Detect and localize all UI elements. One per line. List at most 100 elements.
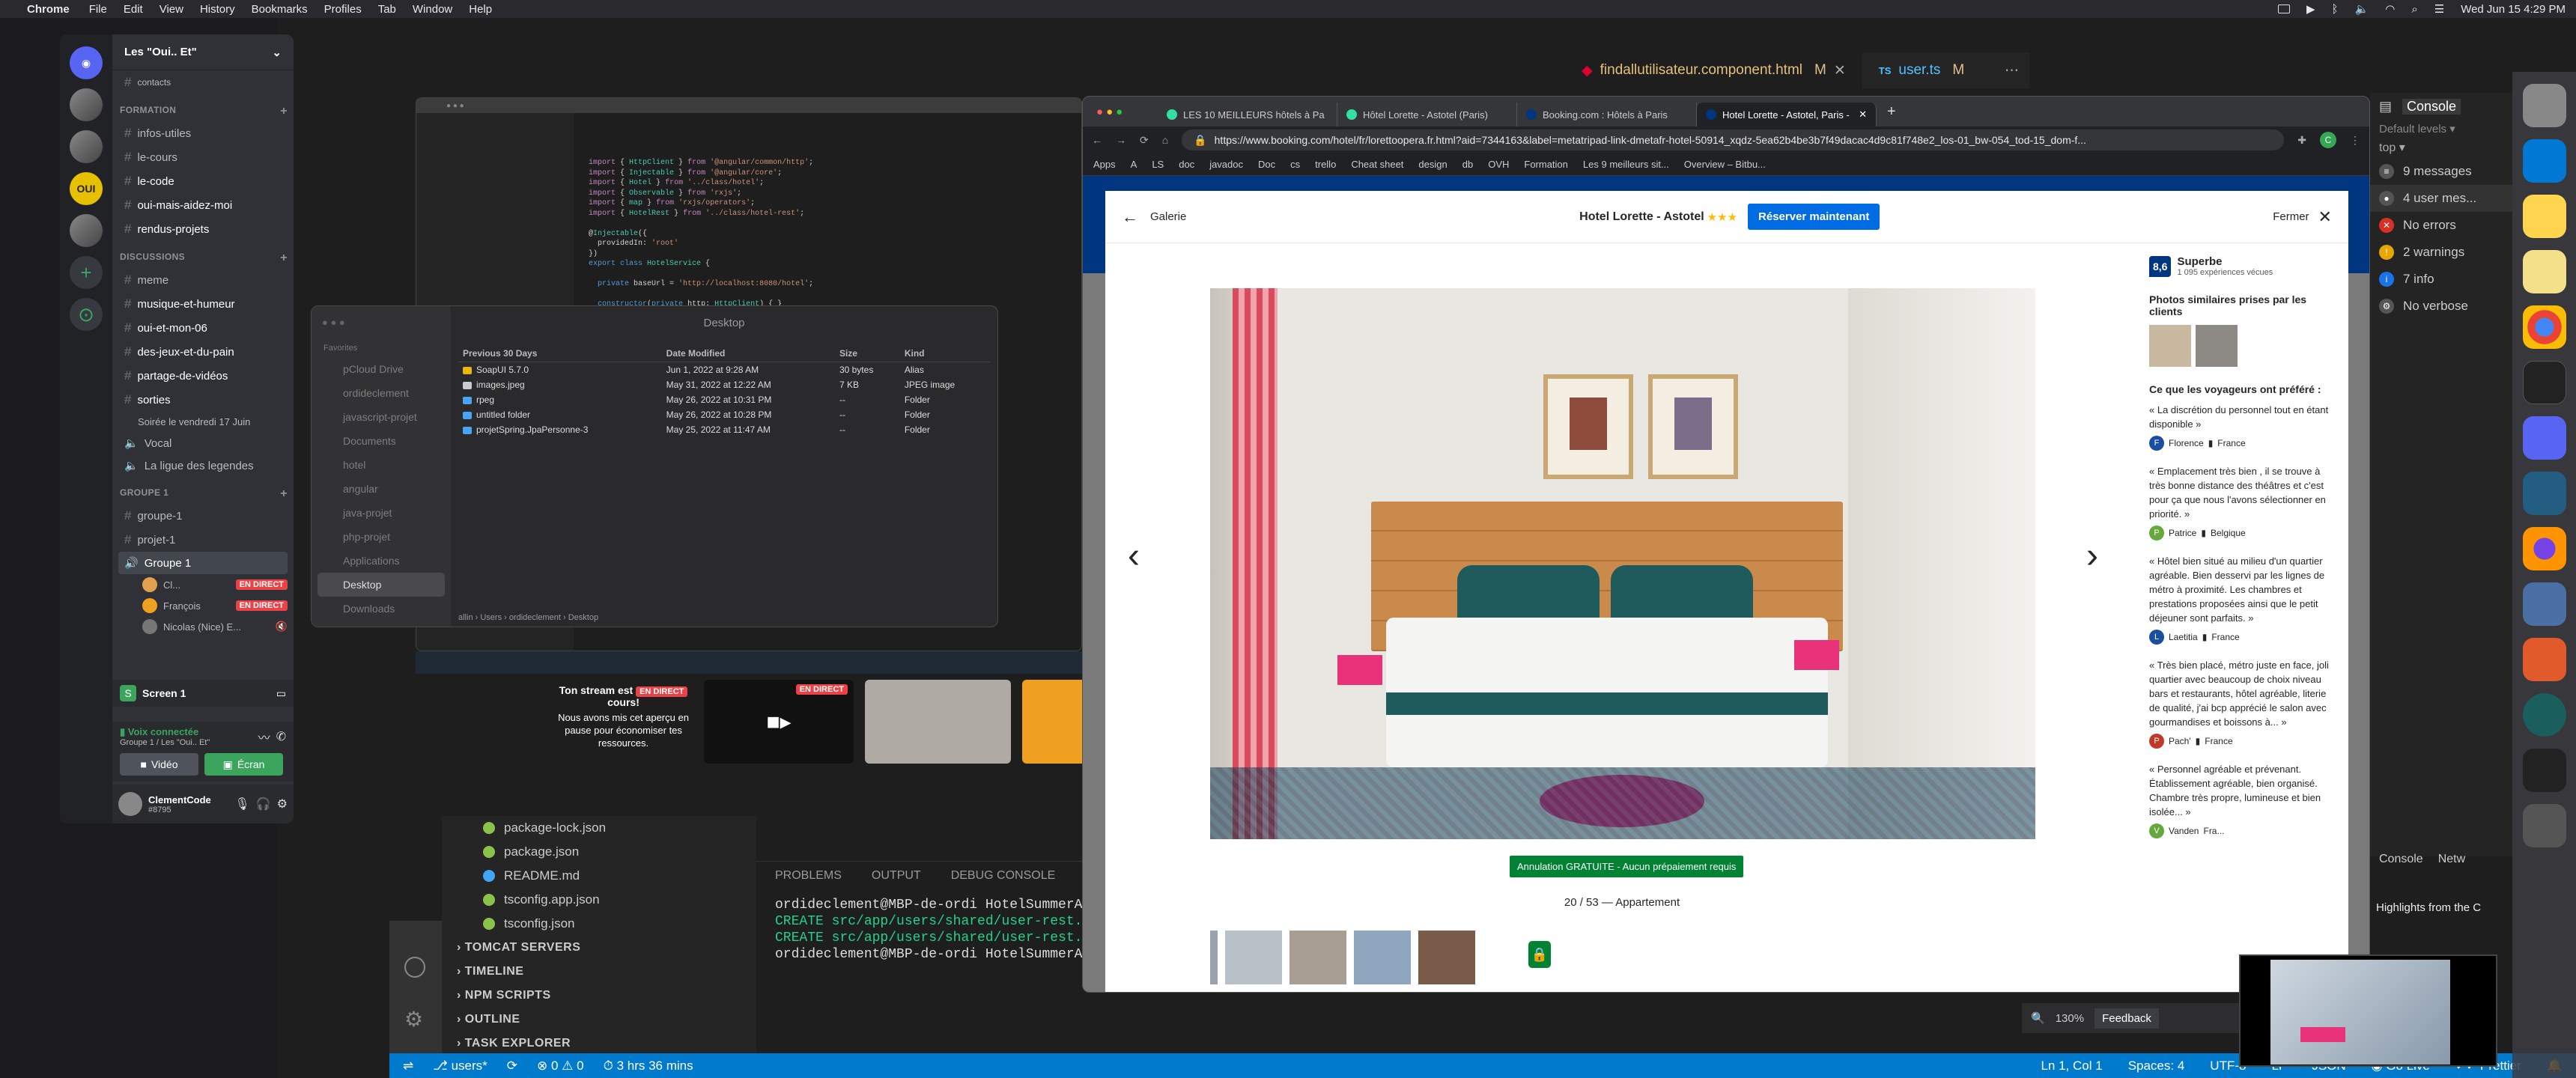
stickies-app-icon[interactable] xyxy=(2522,250,2566,293)
figma-app-icon[interactable] xyxy=(2522,749,2566,792)
file-item[interactable]: README.md xyxy=(442,864,756,888)
photo-thumbnail[interactable] xyxy=(1289,931,1346,984)
branch-item[interactable]: ⎇ users* xyxy=(433,1059,487,1074)
sidebar-item[interactable]: javascript-projet xyxy=(312,405,451,429)
forward-icon[interactable]: → xyxy=(1116,134,1126,146)
browser-tab-active[interactable]: Hotel Lorette - Astotel, Paris - ✕ xyxy=(1697,103,1877,127)
file-item[interactable]: tsconfig.json xyxy=(442,912,756,936)
noise-icon[interactable]: 〰 xyxy=(258,728,270,746)
bookmark-item[interactable]: doc xyxy=(1179,159,1194,170)
channel-item[interactable]: # le-code xyxy=(112,169,294,193)
file-item[interactable]: package-lock.json xyxy=(442,816,756,840)
menu-edit[interactable]: Edit xyxy=(124,3,143,16)
app-icon[interactable] xyxy=(2522,804,2566,847)
server-icon-active[interactable]: OUI xyxy=(70,172,103,205)
home-icon[interactable]: ⌂ xyxy=(1162,134,1168,146)
bookmark-item[interactable]: db xyxy=(1462,159,1473,170)
table-row[interactable]: rpeg May 26, 2022 at 10:31 PM -- Folder xyxy=(458,392,990,407)
server-icon[interactable] xyxy=(70,88,103,121)
bookmark-item[interactable]: LS xyxy=(1152,159,1164,170)
path-bar[interactable]: allin › Users › ordideclement › Desktop xyxy=(458,613,598,622)
menu-profiles[interactable]: Profiles xyxy=(324,3,362,16)
filter-messages[interactable]: ≡ 9 messages xyxy=(2370,158,2512,185)
table-row[interactable]: untitled folder May 26, 2022 at 10:28 PM… xyxy=(458,407,990,422)
bookmark-item[interactable]: trello xyxy=(1315,159,1336,170)
channel-item[interactable]: # oui-mais-aidez-moi xyxy=(112,193,294,217)
menu-window[interactable]: Window xyxy=(413,3,452,16)
avatar-card[interactable] xyxy=(865,680,1011,764)
channel-item[interactable]: # le-cours xyxy=(112,145,294,169)
devtools-sidebar-icon[interactable]: ▤ xyxy=(2379,99,2392,115)
devtools-console-tab[interactable]: Console xyxy=(2402,99,2461,115)
voice-user[interactable]: Nicolas (Nice) E... 🔇 xyxy=(112,616,294,637)
account-icon[interactable] xyxy=(404,957,425,978)
bookmark-item[interactable]: Overview – Bitbu... xyxy=(1684,159,1766,170)
bookmark-item[interactable]: Cheat sheet xyxy=(1351,159,1403,170)
category-formation[interactable]: FORMATION + xyxy=(112,94,294,121)
next-photo-arrow[interactable]: › xyxy=(2086,535,2098,576)
reload-icon[interactable]: ⟳ xyxy=(1140,134,1149,147)
drawer-network-tab[interactable]: Netw xyxy=(2438,853,2465,866)
tab-problems[interactable]: PROBLEMS xyxy=(775,869,842,883)
sidebar-item[interactable]: php-projet xyxy=(312,525,451,549)
screen-button[interactable]: ▣ Écran xyxy=(204,753,283,776)
video-button[interactable]: ■ Vidéo xyxy=(120,753,198,776)
menu-tab[interactable]: Tab xyxy=(378,3,396,16)
drawer-console-tab[interactable]: Console xyxy=(2379,853,2423,866)
bookmark-item[interactable]: design xyxy=(1418,159,1447,170)
hotel-room-photo[interactable] xyxy=(1210,288,2035,839)
extensions-icon[interactable]: ✚ xyxy=(2297,134,2306,147)
discord-app-icon[interactable] xyxy=(2522,416,2566,460)
discord-home-icon[interactable]: ◉ xyxy=(70,46,103,79)
tab-debug-console[interactable]: DEBUG CONSOLE xyxy=(951,869,1056,883)
filter-errors[interactable]: ✕ No errors xyxy=(2370,212,2512,239)
code-view[interactable]: import { HttpClient } from '@angular/com… xyxy=(589,158,813,310)
bookmark-item[interactable]: javadoc xyxy=(1209,159,1243,170)
section-tomcat[interactable]: › TOMCAT SERVERS xyxy=(442,936,756,960)
gitkraken-icon[interactable] xyxy=(2522,693,2566,737)
app-icon[interactable] xyxy=(2522,638,2566,681)
picture-in-picture-preview[interactable] xyxy=(2239,954,2497,1067)
bookmark-item[interactable]: A xyxy=(1131,159,1137,170)
channel-item[interactable]: # projet-1 xyxy=(112,528,294,552)
category-groupe-1[interactable]: GROUPE 1 + xyxy=(112,477,294,504)
cursor-position[interactable]: Ln 1, Col 1 xyxy=(2041,1059,2102,1074)
browser-tab[interactable]: Hôtel Lorette - Astotel (Paris) xyxy=(1337,103,1517,127)
similar-photo-thumb[interactable] xyxy=(2149,325,2191,367)
close-gallery-button[interactable]: Fermer ✕ xyxy=(2273,207,2332,227)
sync-icon[interactable]: ⟳ xyxy=(507,1059,517,1074)
tab-findallutilisateur[interactable]: ◆ findallutilisateur.component.html M ✕ xyxy=(1565,52,1862,88)
review-score[interactable]: 8,6 Superbe 1 095 expériences vécues xyxy=(2149,255,2338,277)
clock[interactable]: Wed Jun 15 4:29 PM xyxy=(2461,3,2566,16)
menu-help[interactable]: Help xyxy=(469,3,492,16)
remote-icon[interactable]: ⇌ xyxy=(403,1059,413,1074)
app-icon[interactable] xyxy=(2522,582,2566,626)
bookmark-item[interactable]: Apps xyxy=(1093,159,1116,170)
control-center-icon[interactable]: ☰ xyxy=(2434,2,2444,16)
col-date[interactable]: Date Modified xyxy=(661,345,835,362)
server-icon[interactable] xyxy=(70,130,103,163)
sidebar-item[interactable]: ordideclement xyxy=(312,381,451,405)
sidebar-item[interactable]: hotel xyxy=(312,453,451,477)
add-server-icon[interactable]: + xyxy=(70,256,103,289)
section-task-explorer[interactable]: › TASK EXPLORER xyxy=(442,1032,756,1056)
close-icon[interactable]: ✕ xyxy=(1834,62,1846,79)
sidebar-item[interactable]: pCloud Drive xyxy=(312,357,451,381)
file-item[interactable]: package.json xyxy=(442,840,756,864)
col-size[interactable]: Size xyxy=(834,345,900,362)
channel-contacts[interactable]: # contacts xyxy=(112,70,294,94)
battery-icon[interactable] xyxy=(2277,4,2290,13)
problems-item[interactable]: ⊗ 0 ⚠ 0 xyxy=(537,1059,584,1074)
address-bar[interactable]: 🔒 https://www.booking.com/hotel/fr/lorett… xyxy=(1182,130,2285,150)
disconnect-icon[interactable]: ✆ xyxy=(276,729,286,744)
more-actions-icon[interactable]: ⋯ xyxy=(2005,62,2029,79)
channel-item[interactable]: # partage-de-vidéos xyxy=(112,364,294,388)
server-header[interactable]: Les "Oui.. Et" ⌄ xyxy=(112,34,294,70)
app-menu[interactable]: Chrome xyxy=(27,3,70,16)
profile-icon[interactable]: C xyxy=(2320,132,2336,148)
table-row[interactable]: projetSpring.JpaPersonne-3 May 25, 2022 … xyxy=(458,422,990,437)
headset-icon[interactable]: 🎧 xyxy=(256,797,271,811)
sidebar-item[interactable]: Downloads xyxy=(312,597,451,621)
wifi-icon[interactable]: ◠ xyxy=(2385,2,2395,16)
channel-item[interactable]: # des-jeux-et-du-pain xyxy=(112,340,294,364)
